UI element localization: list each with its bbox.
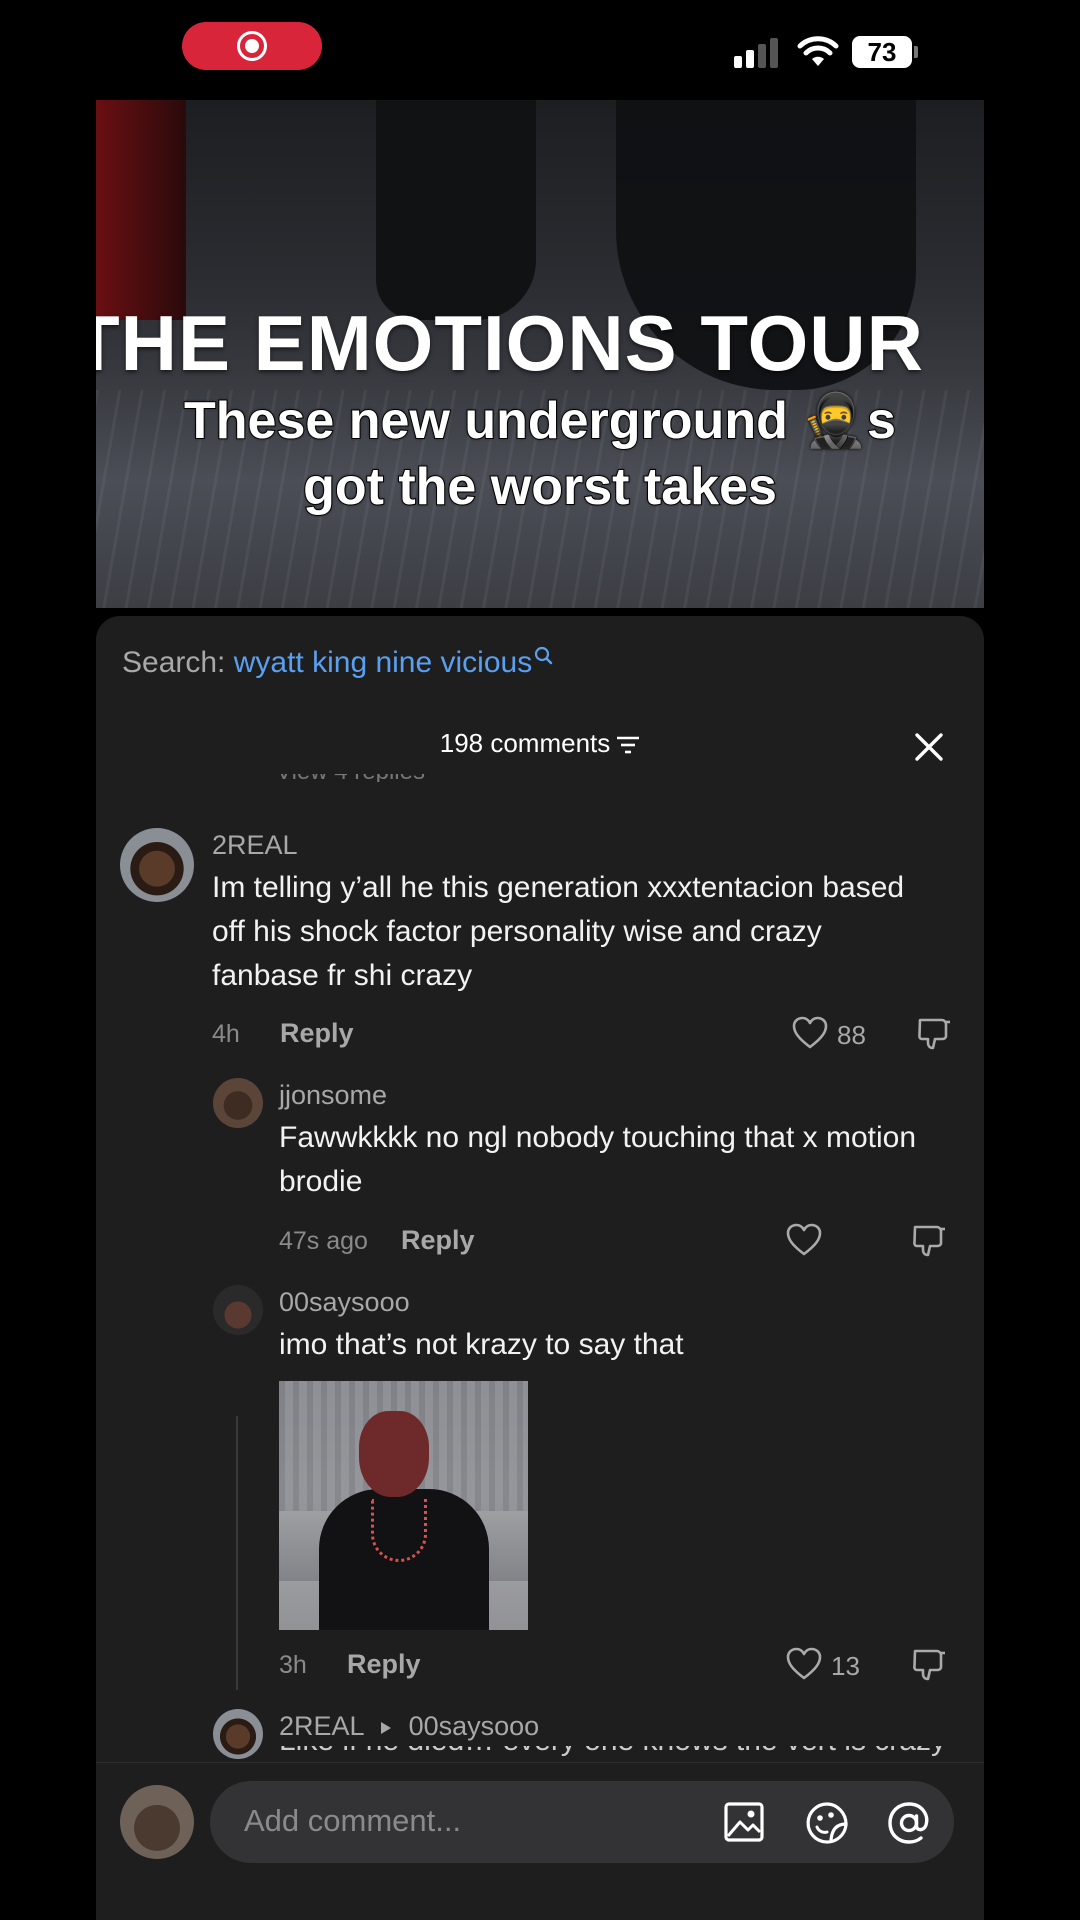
image-icon[interactable] (722, 1800, 766, 1844)
comment-username[interactable]: 2REAL (212, 830, 298, 861)
comments-count: 198 comments (439, 728, 611, 758)
dislike-icon[interactable] (911, 1647, 947, 1683)
avatar[interactable] (213, 1285, 263, 1335)
video-background-wall (96, 100, 186, 320)
comment-time: 4h (212, 1020, 240, 1048)
dislike-icon[interactable] (916, 1016, 952, 1052)
video-caption: These new underground 🥷s got the worst t… (96, 388, 984, 520)
comment-text-partial: Like if he died… every one knows the ver… (279, 1746, 979, 1756)
avatar[interactable] (213, 1709, 263, 1759)
like-count: 13 (831, 1651, 860, 1681)
thread-line (236, 1416, 238, 1690)
reply-button[interactable]: Reply (280, 1018, 354, 1049)
comment-time: 3h (279, 1651, 307, 1679)
view-replies-link[interactable]: View 4 replies (276, 774, 476, 782)
reply-header: 2REAL 00saysooo (279, 1711, 539, 1742)
comment-text: Like if he died… every one knows the ver… (279, 1746, 979, 1756)
record-icon-dot (245, 39, 259, 53)
search-term-link[interactable]: wyatt king nine vicious (234, 646, 532, 679)
image-chain (371, 1499, 427, 1562)
image-person-head (359, 1411, 429, 1497)
comment-input[interactable]: Add comment... (210, 1781, 954, 1863)
heart-icon[interactable] (786, 1223, 822, 1257)
comment-username[interactable]: 00saysooo (279, 1287, 410, 1318)
search-suggestion[interactable]: Search: wyatt king nine vicious (122, 646, 554, 680)
video-player[interactable]: THE EMOTIONS TOUR These new underground … (96, 100, 984, 608)
avatar[interactable] (213, 1078, 263, 1128)
battery-tip (914, 46, 918, 58)
close-icon[interactable] (914, 732, 944, 762)
comment-input-placeholder: Add comment... (244, 1803, 462, 1838)
comments-count-header[interactable]: 198 comments (96, 728, 984, 759)
status-bar: 73 (0, 0, 1080, 100)
comment-time: 47s ago (279, 1227, 368, 1255)
sticker-icon[interactable] (804, 1800, 850, 1846)
battery-icon: 73 (852, 36, 912, 68)
comment-username[interactable]: jjonsome (279, 1080, 387, 1111)
like-count: 88 (837, 1020, 866, 1050)
signal-icon (734, 36, 782, 68)
wifi-icon (797, 36, 839, 66)
comment-text: imo that’s not krazy to say that (279, 1328, 684, 1361)
heart-icon[interactable] (792, 1016, 828, 1050)
avatar[interactable] (120, 828, 194, 902)
reply-button[interactable]: Reply (401, 1225, 475, 1256)
video-caption-line: got the worst takes (302, 457, 778, 517)
reply-to-username[interactable]: 00saysooo (409, 1711, 540, 1741)
reply-arrow-icon (381, 1721, 392, 1734)
comment-username[interactable]: 2REAL (279, 1711, 364, 1741)
comment-image[interactable] (279, 1381, 528, 1630)
heart-icon[interactable] (786, 1647, 822, 1681)
video-caption-line: These new underground 🥷s (183, 391, 897, 451)
mention-icon[interactable] (886, 1800, 932, 1846)
reply-button[interactable]: Reply (347, 1649, 421, 1680)
search-icon (535, 646, 553, 665)
view-replies-label: View 4 replies (276, 774, 476, 782)
video-overlay-title: THE EMOTIONS TOUR (96, 299, 924, 387)
search-prefix: Search: (122, 646, 226, 679)
dislike-icon[interactable] (911, 1223, 947, 1259)
sort-icon[interactable] (616, 735, 640, 755)
screen-recording-indicator[interactable] (182, 22, 322, 70)
my-avatar[interactable] (120, 1785, 194, 1859)
comments-sheet: Search: wyatt king nine vicious 198 comm… (96, 616, 984, 1920)
comment-text: Im telling y’all he this generation xxxt… (212, 871, 905, 992)
comment-text: Fawwkkkk no ngl nobody touching that x m… (279, 1121, 917, 1198)
video-figure (376, 100, 536, 320)
comment-input-bar: Add comment... (96, 1762, 984, 1920)
